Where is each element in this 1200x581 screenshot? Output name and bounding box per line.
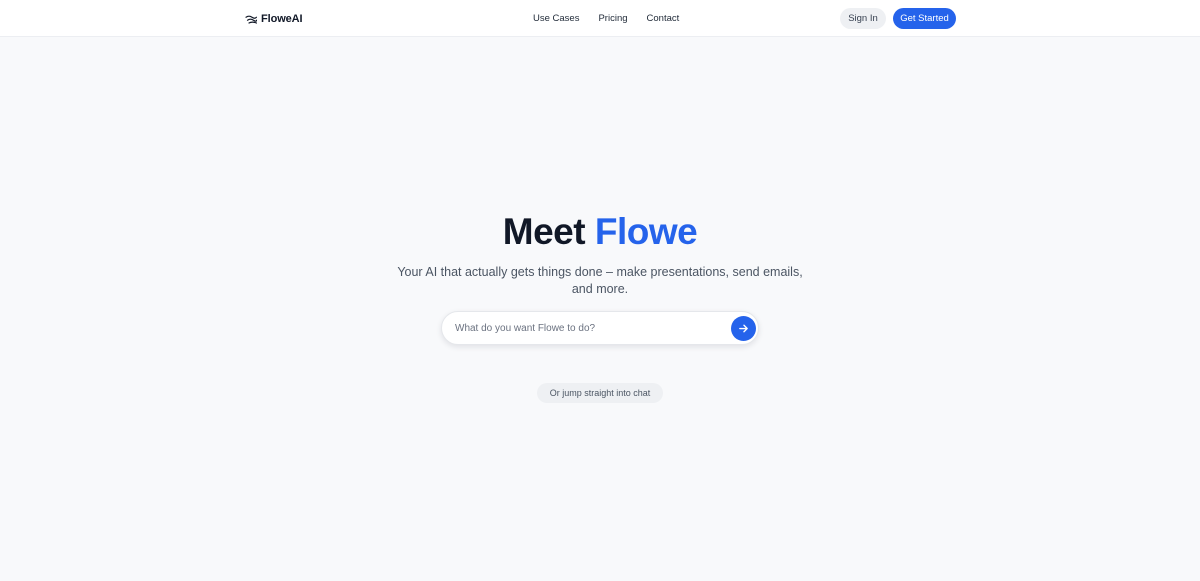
brand-logo[interactable]: FloweAI <box>245 10 303 28</box>
hero-title: Meet Flowe <box>0 208 1200 256</box>
submit-task-button[interactable] <box>731 316 756 341</box>
task-search-bar <box>441 311 759 345</box>
hero-title-brand: Flowe <box>594 211 698 252</box>
brand-name: FloweAI <box>261 13 303 25</box>
hero-title-meet: Meet <box>502 211 586 252</box>
jump-into-chat-button[interactable]: Or jump straight into chat <box>537 383 663 403</box>
top-header: FloweAI Use Cases Pricing Contact Sign I… <box>0 0 1200 37</box>
flow-lines-icon <box>245 14 257 24</box>
hero-subtitle: Your AI that actually gets things done –… <box>397 265 803 296</box>
sign-in-button[interactable]: Sign In <box>840 8 886 29</box>
arrow-right-icon <box>738 323 749 334</box>
task-input[interactable] <box>455 320 717 336</box>
nav-pricing-link[interactable]: Pricing <box>598 12 627 25</box>
nav-use-cases-link[interactable]: Use Cases <box>533 12 579 25</box>
main-nav: Use Cases Pricing Contact <box>533 12 679 25</box>
nav-contact-link[interactable]: Contact <box>647 12 680 25</box>
get-started-button[interactable]: Get Started <box>893 8 956 29</box>
